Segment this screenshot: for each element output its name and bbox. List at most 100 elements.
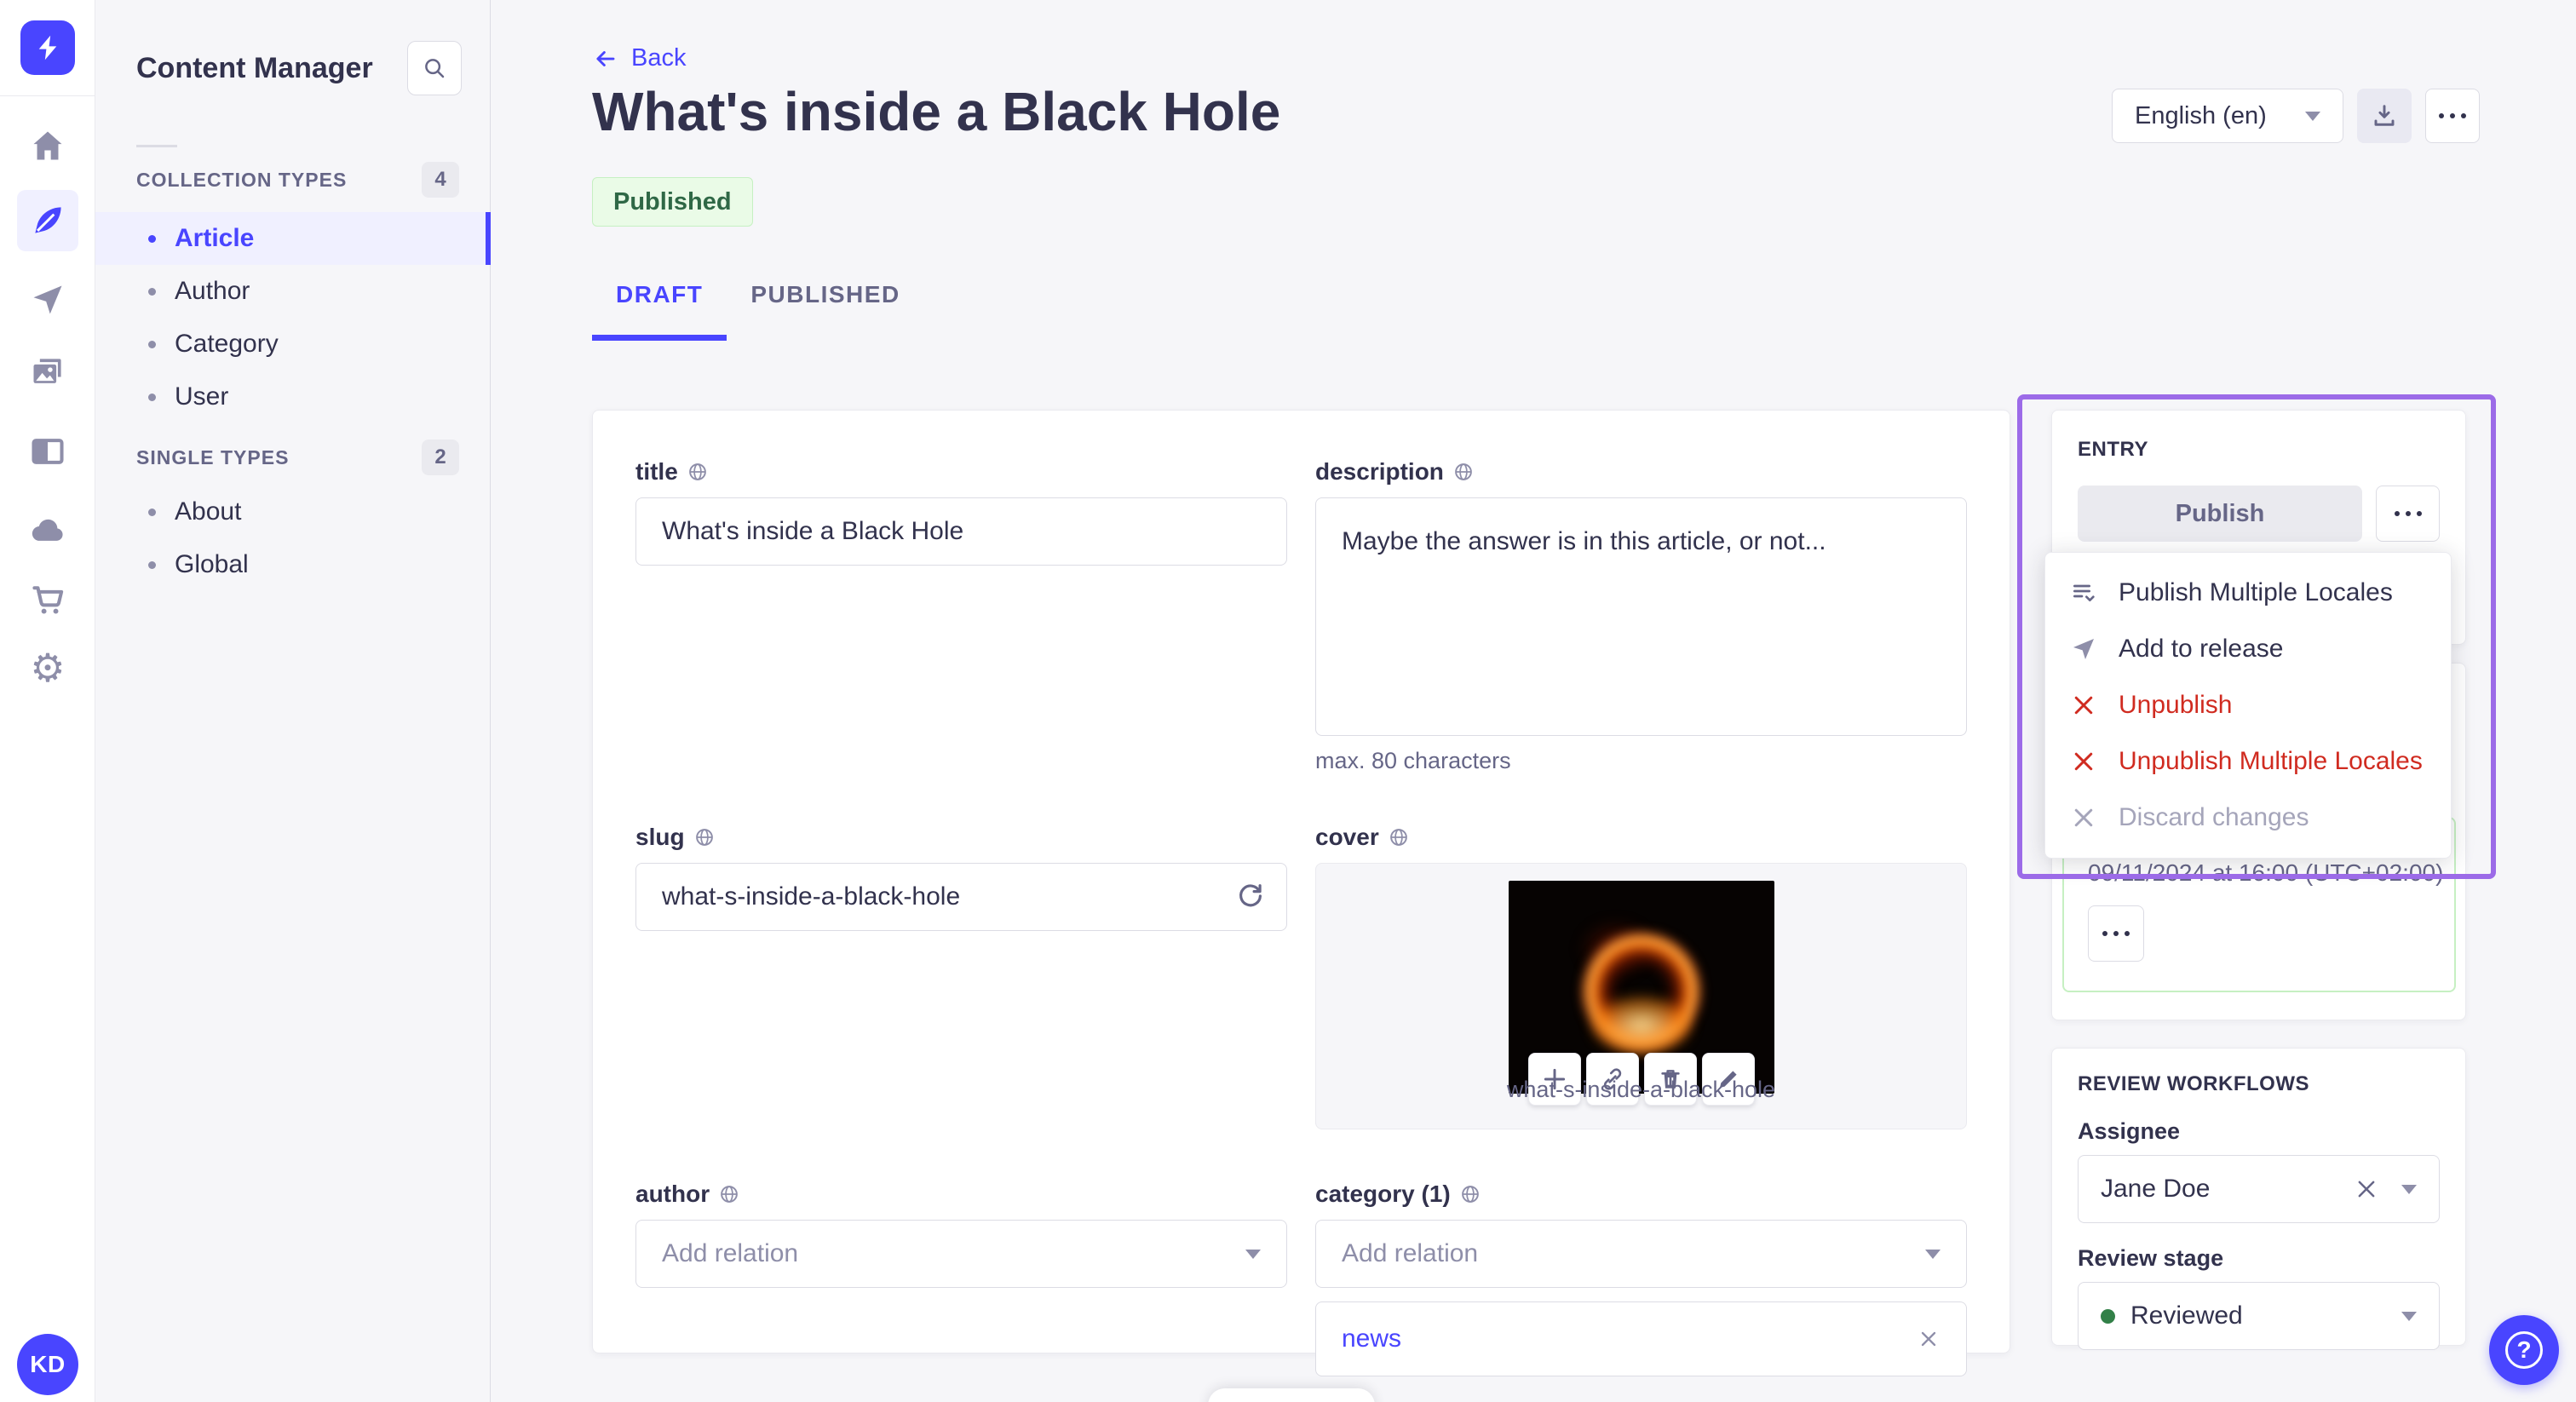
remove-relation-icon[interactable] [1917, 1327, 1941, 1351]
more-options-icon [2439, 113, 2466, 118]
more-options-icon [2102, 931, 2130, 936]
relation-link-news[interactable]: news [1342, 1324, 1401, 1353]
home-icon[interactable] [17, 115, 78, 176]
menu-item-label: Publish Multiple Locales [2119, 578, 2393, 606]
review-stage-label: Review stage [2078, 1245, 2224, 1271]
entry-actions-menu: Publish Multiple Locales Add to release … [2044, 552, 2452, 859]
slug-field-label: slug [635, 824, 685, 850]
tab-published[interactable]: PUBLISHED [727, 281, 923, 341]
top-controls: English (en) [2112, 89, 2480, 143]
sidebar-item-label: Global [175, 550, 249, 578]
main-content: Back What's inside a Black Hole Publishe… [491, 0, 2576, 1402]
collection-types-label: COLLECTION TYPES [136, 168, 348, 191]
cover-field-label: cover [1315, 824, 1379, 850]
category-relation-select[interactable]: Add relation [1315, 1220, 1967, 1288]
menu-item-add-to-release[interactable]: Add to release [2045, 621, 2451, 677]
collection-types-header: COLLECTION TYPES 4 [136, 162, 459, 198]
media-library-icon[interactable] [17, 342, 78, 403]
sidebar-item-label: Article [175, 224, 255, 252]
slug-input[interactable]: what-s-inside-a-black-hole [635, 863, 1287, 931]
tab-draft[interactable]: DRAFT [592, 281, 727, 341]
field-description: description Maybe the answer is in this … [1315, 458, 1967, 774]
bullet-icon [148, 340, 156, 348]
cross-icon [2069, 749, 2098, 774]
globe-icon [1459, 1183, 1481, 1205]
strapi-logo-icon[interactable] [20, 20, 75, 75]
settings-gear-icon[interactable]: ⚙ [17, 637, 78, 698]
download-icon [2371, 102, 2398, 129]
sidebar-item-category[interactable]: Category [95, 318, 491, 371]
description-textarea[interactable]: Maybe the answer is in this article, or … [1315, 497, 1967, 736]
menu-item-discard-changes[interactable]: Discard changes [2045, 790, 2451, 846]
back-label: Back [631, 44, 687, 72]
question-mark-icon: ? [2505, 1331, 2543, 1369]
help-button[interactable]: ? [2489, 1315, 2559, 1385]
releases-icon[interactable] [17, 269, 78, 330]
field-author: author Add relation [635, 1181, 1287, 1376]
chevron-down-icon [1245, 1249, 1261, 1259]
sidebar-item-article[interactable]: Article [95, 212, 491, 265]
arrow-left-icon [592, 46, 618, 72]
cover-filename: what-s-inside-a-black-hole [1506, 1077, 1776, 1102]
globe-icon [687, 461, 709, 483]
review-workflows-panel: REVIEW WORKFLOWS Assignee Jane Doe Revie… [2051, 1048, 2466, 1350]
title-input[interactable]: What's inside a Black Hole [635, 497, 1287, 566]
sidebar-item-global[interactable]: Global [95, 538, 491, 591]
sidebar-item-label: User [175, 382, 229, 411]
user-avatar[interactable]: KD [17, 1334, 78, 1395]
review-workflows-title: REVIEW WORKFLOWS [2078, 1072, 2309, 1095]
review-stage-select[interactable]: Reviewed [2078, 1282, 2440, 1350]
bullet-icon [148, 508, 156, 516]
sidebar-item-user[interactable]: User [95, 371, 491, 423]
clear-assignee-icon[interactable] [2354, 1176, 2379, 1202]
search-button[interactable] [407, 41, 462, 95]
entry-panel-title: ENTRY [2078, 438, 2148, 461]
author-relation-select[interactable]: Add relation [635, 1220, 1287, 1288]
header-more-button[interactable] [2425, 89, 2480, 143]
chevron-down-icon [2305, 111, 2320, 121]
cross-icon [2069, 692, 2098, 718]
back-link[interactable]: Back [592, 44, 686, 72]
category-relation-item: news [1315, 1301, 1967, 1376]
status-badge: Published [592, 177, 753, 227]
category-field-label: category (1) [1315, 1181, 1451, 1207]
list-arrow-icon [2069, 579, 2098, 606]
field-cover: cover what-s-inside-a-black-hole [1315, 824, 1967, 1129]
download-button[interactable] [2357, 89, 2412, 143]
floating-action-bar[interactable] [1208, 1388, 1375, 1402]
menu-item-label: Add to release [2119, 635, 2284, 663]
sidebar-item-author[interactable]: Author [95, 265, 491, 318]
sidebar-item-label: Author [175, 277, 250, 305]
title-field-label: title [635, 458, 678, 485]
description-helper-text: max. 80 characters [1315, 748, 1511, 773]
deploy-cloud-icon[interactable] [17, 500, 78, 561]
single-types-label: SINGLE TYPES [136, 445, 290, 468]
author-field-label: author [635, 1181, 710, 1207]
chevron-down-icon [2401, 1184, 2417, 1194]
locale-select[interactable]: English (en) [2112, 89, 2343, 143]
locale-select-value: English (en) [2135, 101, 2267, 129]
cross-icon [2069, 805, 2098, 830]
cover-media-box: what-s-inside-a-black-hole [1315, 863, 1967, 1129]
bullet-icon [148, 287, 156, 296]
marketplace-cart-icon[interactable] [17, 569, 78, 630]
regenerate-slug-icon[interactable] [1234, 880, 1267, 912]
menu-item-unpublish-multiple-locales[interactable]: Unpublish Multiple Locales [2045, 733, 2451, 790]
sidebar-title: Content Manager [136, 51, 373, 84]
entry-more-button[interactable] [2376, 486, 2440, 542]
globe-icon [1388, 826, 1410, 848]
menu-item-publish-multiple-locales[interactable]: Publish Multiple Locales [2045, 565, 2451, 621]
scheduled-more-button[interactable] [2088, 905, 2144, 962]
menu-item-unpublish[interactable]: Unpublish [2045, 677, 2451, 733]
globe-icon [1452, 461, 1475, 483]
content-type-builder-icon[interactable] [17, 421, 78, 482]
assignee-select[interactable]: Jane Doe [2078, 1155, 2440, 1223]
content-manager-icon[interactable] [17, 190, 78, 251]
publish-button[interactable]: Publish [2078, 486, 2362, 542]
sidebar-item-about[interactable]: About [95, 486, 491, 538]
more-options-icon [2394, 511, 2422, 516]
field-slug: slug what-s-inside-a-black-hole [635, 824, 1287, 1129]
field-title: title What's inside a Black Hole [635, 458, 1287, 774]
category-placeholder: Add relation [1342, 1239, 1479, 1267]
bullet-icon [148, 234, 156, 243]
